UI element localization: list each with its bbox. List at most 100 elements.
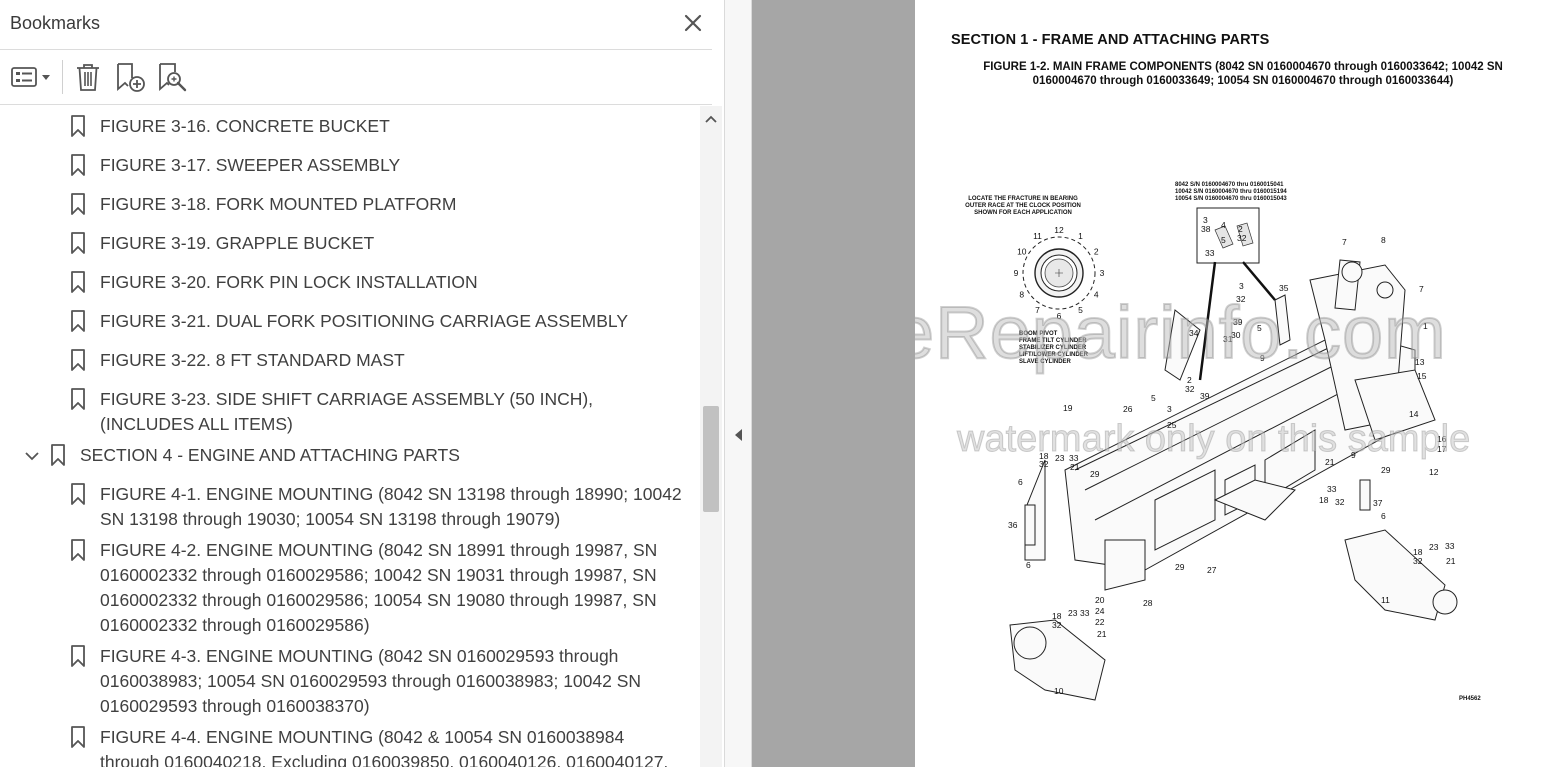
svg-text:9: 9 [1260, 353, 1265, 363]
find-bookmark-button[interactable] [156, 60, 190, 94]
bookmark-item[interactable]: FIGURE 3-19. GRAPPLE BUCKET [0, 227, 700, 262]
bookmark-item[interactable]: FIGURE 4-3. ENGINE MOUNTING (8042 SN 016… [0, 640, 700, 725]
add-bookmark-icon [117, 63, 145, 92]
scroll-up-arrow-icon[interactable] [703, 112, 719, 126]
close-panel-button[interactable] [680, 10, 706, 36]
bookmarks-panel: Bookmarks FIGURE 3-16. CONCRETE BUCKET F… [0, 0, 724, 767]
bookmark-item[interactable]: FIGURE 3-18. FORK MOUNTED PLATFORM [0, 188, 700, 223]
bookmark-label: FIGURE 3-22. 8 FT STANDARD MAST [100, 350, 405, 370]
svg-text:34: 34 [1189, 328, 1199, 338]
svg-text:21: 21 [1325, 457, 1335, 467]
svg-text:6: 6 [1018, 477, 1023, 487]
svg-text:23: 23 [1068, 608, 1078, 618]
clock-number: 5 [1078, 305, 1083, 315]
clock-note-line: OUTER RACE AT THE CLOCK POSITION [965, 203, 1081, 209]
bookmark-item[interactable]: FIGURE 3-23. SIDE SHIFT CARRIAGE ASSEMBL… [0, 383, 700, 443]
svg-text:32: 32 [1413, 556, 1423, 566]
clock-number: 8 [1019, 290, 1024, 300]
svg-text:23: 23 [1429, 542, 1439, 552]
bookmark-item[interactable]: FIGURE 4-1. ENGINE MOUNTING (8042 SN 131… [0, 478, 700, 538]
svg-text:20: 20 [1095, 595, 1105, 605]
bookmark-label: SECTION 4 - ENGINE AND ATTACHING PARTS [80, 445, 460, 465]
clock-number: 1 [1078, 231, 1083, 241]
bookmark-item[interactable]: FIGURE 3-21. DUAL FORK POSITIONING CARRI… [0, 305, 700, 340]
bookmark-icon [71, 388, 85, 410]
bookmark-icon [71, 232, 85, 254]
bookmark-item[interactable]: FIGURE 3-17. SWEEPER ASSEMBLY [0, 149, 700, 184]
bookmarks-toolbar [0, 51, 712, 105]
svg-text:38: 38 [1201, 224, 1211, 234]
svg-text:13: 13 [1415, 357, 1425, 367]
svg-text:15: 15 [1417, 371, 1427, 381]
bookmark-icon [71, 726, 85, 748]
bookmark-label: FIGURE 3-19. GRAPPLE BUCKET [100, 233, 375, 253]
svg-text:33: 33 [1205, 248, 1215, 258]
bookmark-label: FIGURE 3-17. SWEEPER ASSEMBLY [100, 155, 401, 175]
scroll-thumb[interactable] [703, 406, 719, 512]
svg-text:37: 37 [1373, 498, 1383, 508]
bookmark-label: FIGURE 4-1. ENGINE MOUNTING (8042 SN 131… [100, 484, 682, 529]
document-background [752, 0, 915, 767]
find-bookmark-icon [159, 63, 187, 92]
svg-text:5: 5 [1151, 393, 1156, 403]
svg-text:35: 35 [1279, 283, 1289, 293]
bookmark-label: FIGURE 4-3. ENGINE MOUNTING (8042 SN 016… [100, 646, 642, 716]
options-menu-button[interactable] [10, 60, 54, 94]
bookmark-item[interactable]: FIGURE 4-2. ENGINE MOUNTING (8042 SN 189… [0, 534, 700, 644]
collapse-panel-icon[interactable] [732, 427, 746, 443]
svg-text:36: 36 [1008, 520, 1018, 530]
bookmark-item[interactable]: FIGURE 3-16. CONCRETE BUCKET [0, 110, 700, 145]
panel-splitter[interactable] [724, 0, 752, 767]
clock-number: 6 [1057, 311, 1062, 321]
new-bookmark-button[interactable] [114, 60, 148, 94]
svg-text:29: 29 [1175, 562, 1185, 572]
clock-note-line: LOCATE THE FRACTURE IN BEARING [968, 196, 1078, 202]
clock-note-line: SHOWN FOR EACH APPLICATION [974, 210, 1072, 216]
svg-text:29: 29 [1381, 465, 1391, 475]
svg-text:33: 33 [1445, 541, 1455, 551]
bookmark-item[interactable]: FIGURE 3-22. 8 FT STANDARD MAST [0, 344, 700, 379]
bookmark-list: FIGURE 3-16. CONCRETE BUCKET FIGURE 3-17.… [0, 106, 700, 767]
bookmark-icon [71, 271, 85, 293]
chevron-down-icon[interactable] [22, 446, 42, 466]
svg-text:31: 31 [1223, 334, 1233, 344]
svg-text:11: 11 [1381, 595, 1390, 605]
bookmark-item[interactable]: FIGURE 3-20. FORK PIN LOCK INSTALLATION [0, 266, 700, 301]
svg-text:33: 33 [1080, 608, 1090, 618]
panel-title: Bookmarks [10, 13, 101, 33]
svg-text:21: 21 [1446, 556, 1456, 566]
bookmark-icon [71, 483, 85, 505]
svg-text:21: 21 [1070, 462, 1080, 472]
svg-text:21: 21 [1097, 629, 1107, 639]
bookmark-icon [71, 115, 85, 137]
application-item: SLAVE CYLINDER [1019, 359, 1072, 365]
svg-text:7: 7 [1342, 237, 1347, 247]
delete-bookmark-button[interactable] [72, 60, 104, 94]
bookmark-label: FIGURE 3-23. SIDE SHIFT CARRIAGE ASSEMBL… [100, 389, 594, 434]
clock-number: 11 [1033, 231, 1042, 241]
svg-text:4: 4 [1221, 220, 1226, 230]
clock-number: 4 [1094, 290, 1099, 300]
bookmark-scrollbar[interactable] [700, 106, 722, 767]
svg-text:14: 14 [1409, 409, 1419, 419]
svg-text:5: 5 [1257, 323, 1262, 333]
svg-text:32: 32 [1335, 497, 1345, 507]
svg-text:32: 32 [1237, 233, 1247, 243]
bookmark-icon [71, 349, 85, 371]
clock-number: 10 [1017, 247, 1027, 257]
trash-icon [77, 64, 99, 91]
svg-text:18: 18 [1319, 495, 1329, 505]
clock-number: 7 [1035, 305, 1040, 315]
application-item: FRAME TILT CYLINDER [1019, 338, 1087, 344]
bookmark-icon [71, 154, 85, 176]
bookmark-item[interactable]: FIGURE 4-4. ENGINE MOUNTING (8042 & 1005… [0, 721, 700, 767]
bookmark-section-item[interactable]: SECTION 4 - ENGINE AND ATTACHING PARTS [0, 439, 700, 474]
parts-diagram: LOCATE THE FRACTURE IN BEARING OUTER RAC… [965, 182, 1481, 702]
bookmark-icon [51, 444, 65, 466]
svg-text:9: 9 [1351, 450, 1356, 460]
figure-code: PH4562 [1459, 696, 1481, 702]
svg-text:1: 1 [1423, 321, 1428, 331]
svg-text:7: 7 [1419, 284, 1424, 294]
svg-text:16: 16 [1437, 434, 1447, 444]
bookmark-label: FIGURE 3-18. FORK MOUNTED PLATFORM [100, 194, 457, 214]
